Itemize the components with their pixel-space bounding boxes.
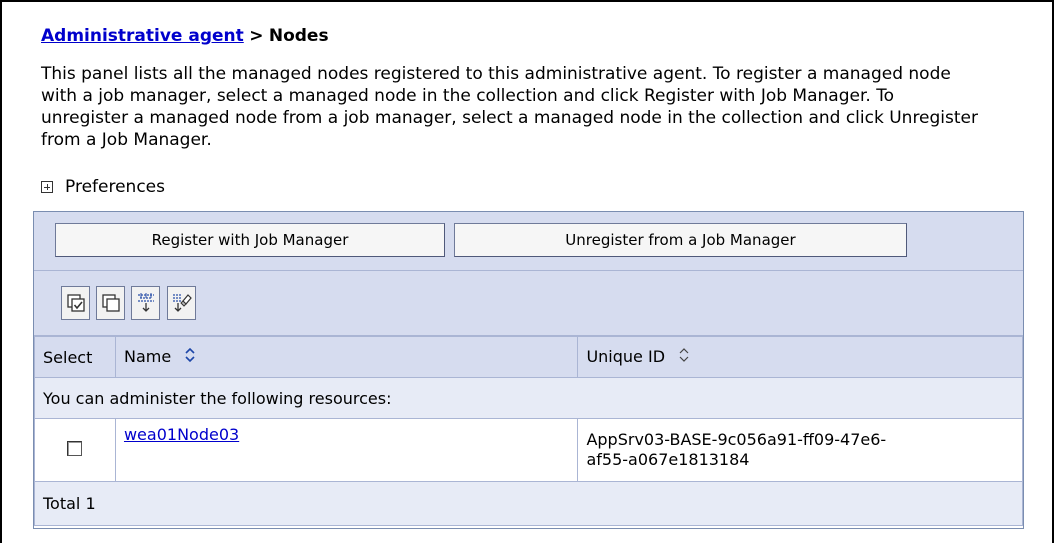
- resource-group-label: You can administer the following resourc…: [34, 377, 1023, 419]
- total-count: Total 1: [34, 481, 1023, 526]
- resource-group-row: You can administer the following resourc…: [34, 377, 1023, 419]
- table-footer-row: Total 1: [34, 481, 1023, 526]
- unique-id-line-1: AppSrv03-BASE-9c056a91-ff09-47e6-: [586, 430, 887, 449]
- show-filter-icon[interactable]: [131, 286, 160, 320]
- preferences-label: Preferences: [65, 177, 165, 197]
- preferences-toggle[interactable]: Preferences: [41, 177, 165, 197]
- icon-toolbar: [34, 271, 1023, 336]
- table-header-row: Select Name Unique ID: [34, 336, 1023, 378]
- unregister-from-job-manager-button[interactable]: Unregister from a Job Manager: [454, 223, 907, 257]
- breadcrumb: Administrative agent > Nodes: [41, 26, 329, 46]
- nodes-collection-panel: Register with Job Manager Unregister fro…: [33, 211, 1024, 529]
- register-with-job-manager-button[interactable]: Register with Job Manager: [55, 223, 445, 257]
- row-select-checkbox[interactable]: [67, 440, 83, 456]
- column-header-name-label: Name: [123, 346, 172, 366]
- column-header-select: Select: [34, 336, 116, 378]
- sort-icon-unique-id[interactable]: [678, 347, 690, 367]
- expand-plus-icon[interactable]: [41, 181, 53, 193]
- breadcrumb-link-administrative-agent[interactable]: Administrative agent: [41, 26, 244, 46]
- column-header-name[interactable]: Name: [114, 336, 579, 378]
- button-bar: Register with Job Manager Unregister fro…: [34, 212, 1023, 271]
- select-all-icon[interactable]: [61, 286, 90, 320]
- clear-filter-icon[interactable]: [167, 286, 196, 320]
- unique-id-line-2: af55-a067e1813184: [586, 450, 750, 469]
- row-select-cell: [34, 418, 116, 482]
- deselect-all-icon[interactable]: [96, 286, 125, 320]
- sort-icon-name[interactable]: [184, 347, 196, 367]
- column-header-unique-id[interactable]: Unique ID: [577, 336, 1023, 378]
- unique-id-cell: AppSrv03-BASE-9c056a91-ff09-47e6- af55-a…: [577, 418, 1023, 482]
- node-name-cell: wea01Node03: [114, 418, 579, 482]
- breadcrumb-separator: >: [249, 26, 264, 46]
- table-row: wea01Node03 AppSrv03-BASE-9c056a91-ff09-…: [34, 418, 1023, 482]
- page-title: Nodes: [268, 26, 329, 46]
- column-header-unique-id-label: Unique ID: [586, 346, 666, 366]
- node-name-link[interactable]: wea01Node03: [124, 425, 239, 444]
- nodes-table: Select Name Unique ID You can administer…: [34, 336, 1023, 526]
- panel-description: This panel lists all the managed nodes r…: [41, 64, 979, 150]
